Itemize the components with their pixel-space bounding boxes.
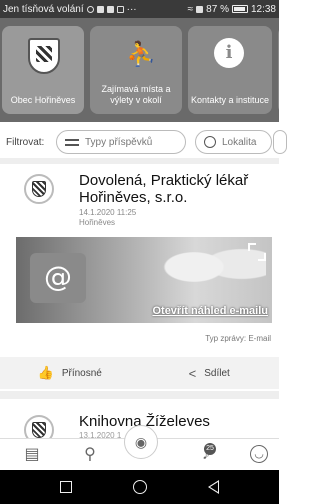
crest-icon <box>32 181 46 197</box>
tile-label: Kontakty a instituce <box>190 95 270 105</box>
open-email-link[interactable]: Otevřít náhled e-mailu <box>152 305 268 317</box>
info-icon: i <box>214 38 244 68</box>
news-icon[interactable]: ▤ <box>22 445 42 465</box>
separator <box>0 391 279 399</box>
category-tiles: Obec Hořiněves ⛹ Zajímavá místa a výlety… <box>0 18 279 122</box>
location-filter-label: Lokalita <box>222 136 257 148</box>
wifi-icon: ≈ <box>187 3 194 15</box>
filter-label: Filtrovat: <box>6 136 45 148</box>
sim-icon <box>86 5 94 13</box>
more-icon: ··· <box>126 3 137 15</box>
expand-icon[interactable] <box>248 243 266 261</box>
thumbs-up-icon: 👍 <box>37 365 54 380</box>
useful-label: Přínosné <box>61 367 102 379</box>
battery-icon <box>231 5 248 13</box>
share-label: Sdílet <box>204 367 230 379</box>
facebook-icon <box>106 5 114 13</box>
tile-more[interactable] <box>278 26 279 114</box>
status-right: ≈ 87 % 12:38 <box>188 4 276 15</box>
author-avatar[interactable] <box>24 174 54 204</box>
clock: 12:38 <box>250 3 276 15</box>
post-location: Hořiněves <box>79 218 116 227</box>
tile-label: Zajímavá místa a výlety v okolí <box>101 84 171 105</box>
system-nav-bar <box>0 470 279 504</box>
tile-label: Obec Hořiněves <box>10 95 76 105</box>
share-icon: < <box>188 365 197 381</box>
post-type-filter[interactable]: Typy příspěvků <box>56 130 186 154</box>
battery-percent: 87 % <box>206 3 229 15</box>
message-type: Typ zprávy: E-mail <box>205 334 271 343</box>
email-preview-banner[interactable]: @ Otevřít náhled e-mailu <box>16 237 272 323</box>
post-date: 14.1.2020 11:25 <box>79 208 137 217</box>
person-pin-icon <box>204 136 216 148</box>
sliders-icon <box>65 137 79 147</box>
tile-obec[interactable]: Obec Hořiněves <box>2 26 84 114</box>
recent-apps-icon[interactable] <box>60 481 73 493</box>
filter-row: Filtrovat: Typy příspěvků Lokalita <box>0 128 287 156</box>
status-bar: Jen tísňová volání ··· ≈ 87 % 12:38 <box>0 0 279 18</box>
post-type-filter-label: Typy příspěvků <box>85 136 153 148</box>
post-title[interactable]: Dovolená, Praktický lékař Hořiněves, s.r… <box>79 172 269 206</box>
filter-overflow[interactable] <box>273 130 287 154</box>
tile-trips[interactable]: ⛹ Zajímavá místa a výlety v okolí <box>90 26 182 114</box>
nfc-icon <box>196 5 204 13</box>
user-icon[interactable]: ◡ <box>250 445 268 463</box>
share-button[interactable]: < Sdílet <box>140 357 280 389</box>
mail-icon <box>116 5 124 13</box>
map-pin-icon[interactable]: ⚲ <box>80 445 100 465</box>
tile-contacts[interactable]: i Kontakty a instituce <box>188 26 272 114</box>
hiker-icon: ⛹ <box>126 41 156 68</box>
carrier-text: Jen tísňová volání <box>3 3 84 15</box>
facebook-icon <box>96 5 104 13</box>
crest-icon <box>28 38 60 74</box>
crest-icon <box>32 422 46 438</box>
location-filter[interactable]: Lokalita <box>195 130 272 154</box>
back-icon[interactable] <box>207 480 219 494</box>
status-icons: ··· <box>86 3 137 15</box>
separator <box>0 158 279 164</box>
useful-button[interactable]: 👍 Přínosné <box>0 357 140 389</box>
notification-badge: 25 <box>204 443 216 455</box>
camera-icon[interactable]: ◉ <box>124 425 158 459</box>
bottom-nav: ▤ ⚲ ◉ ♪ 25 ◡ <box>0 425 279 470</box>
at-sign-icon: @ <box>30 253 86 303</box>
post-actions: 👍 Přínosné < Sdílet <box>0 357 279 389</box>
home-icon[interactable] <box>132 480 147 494</box>
